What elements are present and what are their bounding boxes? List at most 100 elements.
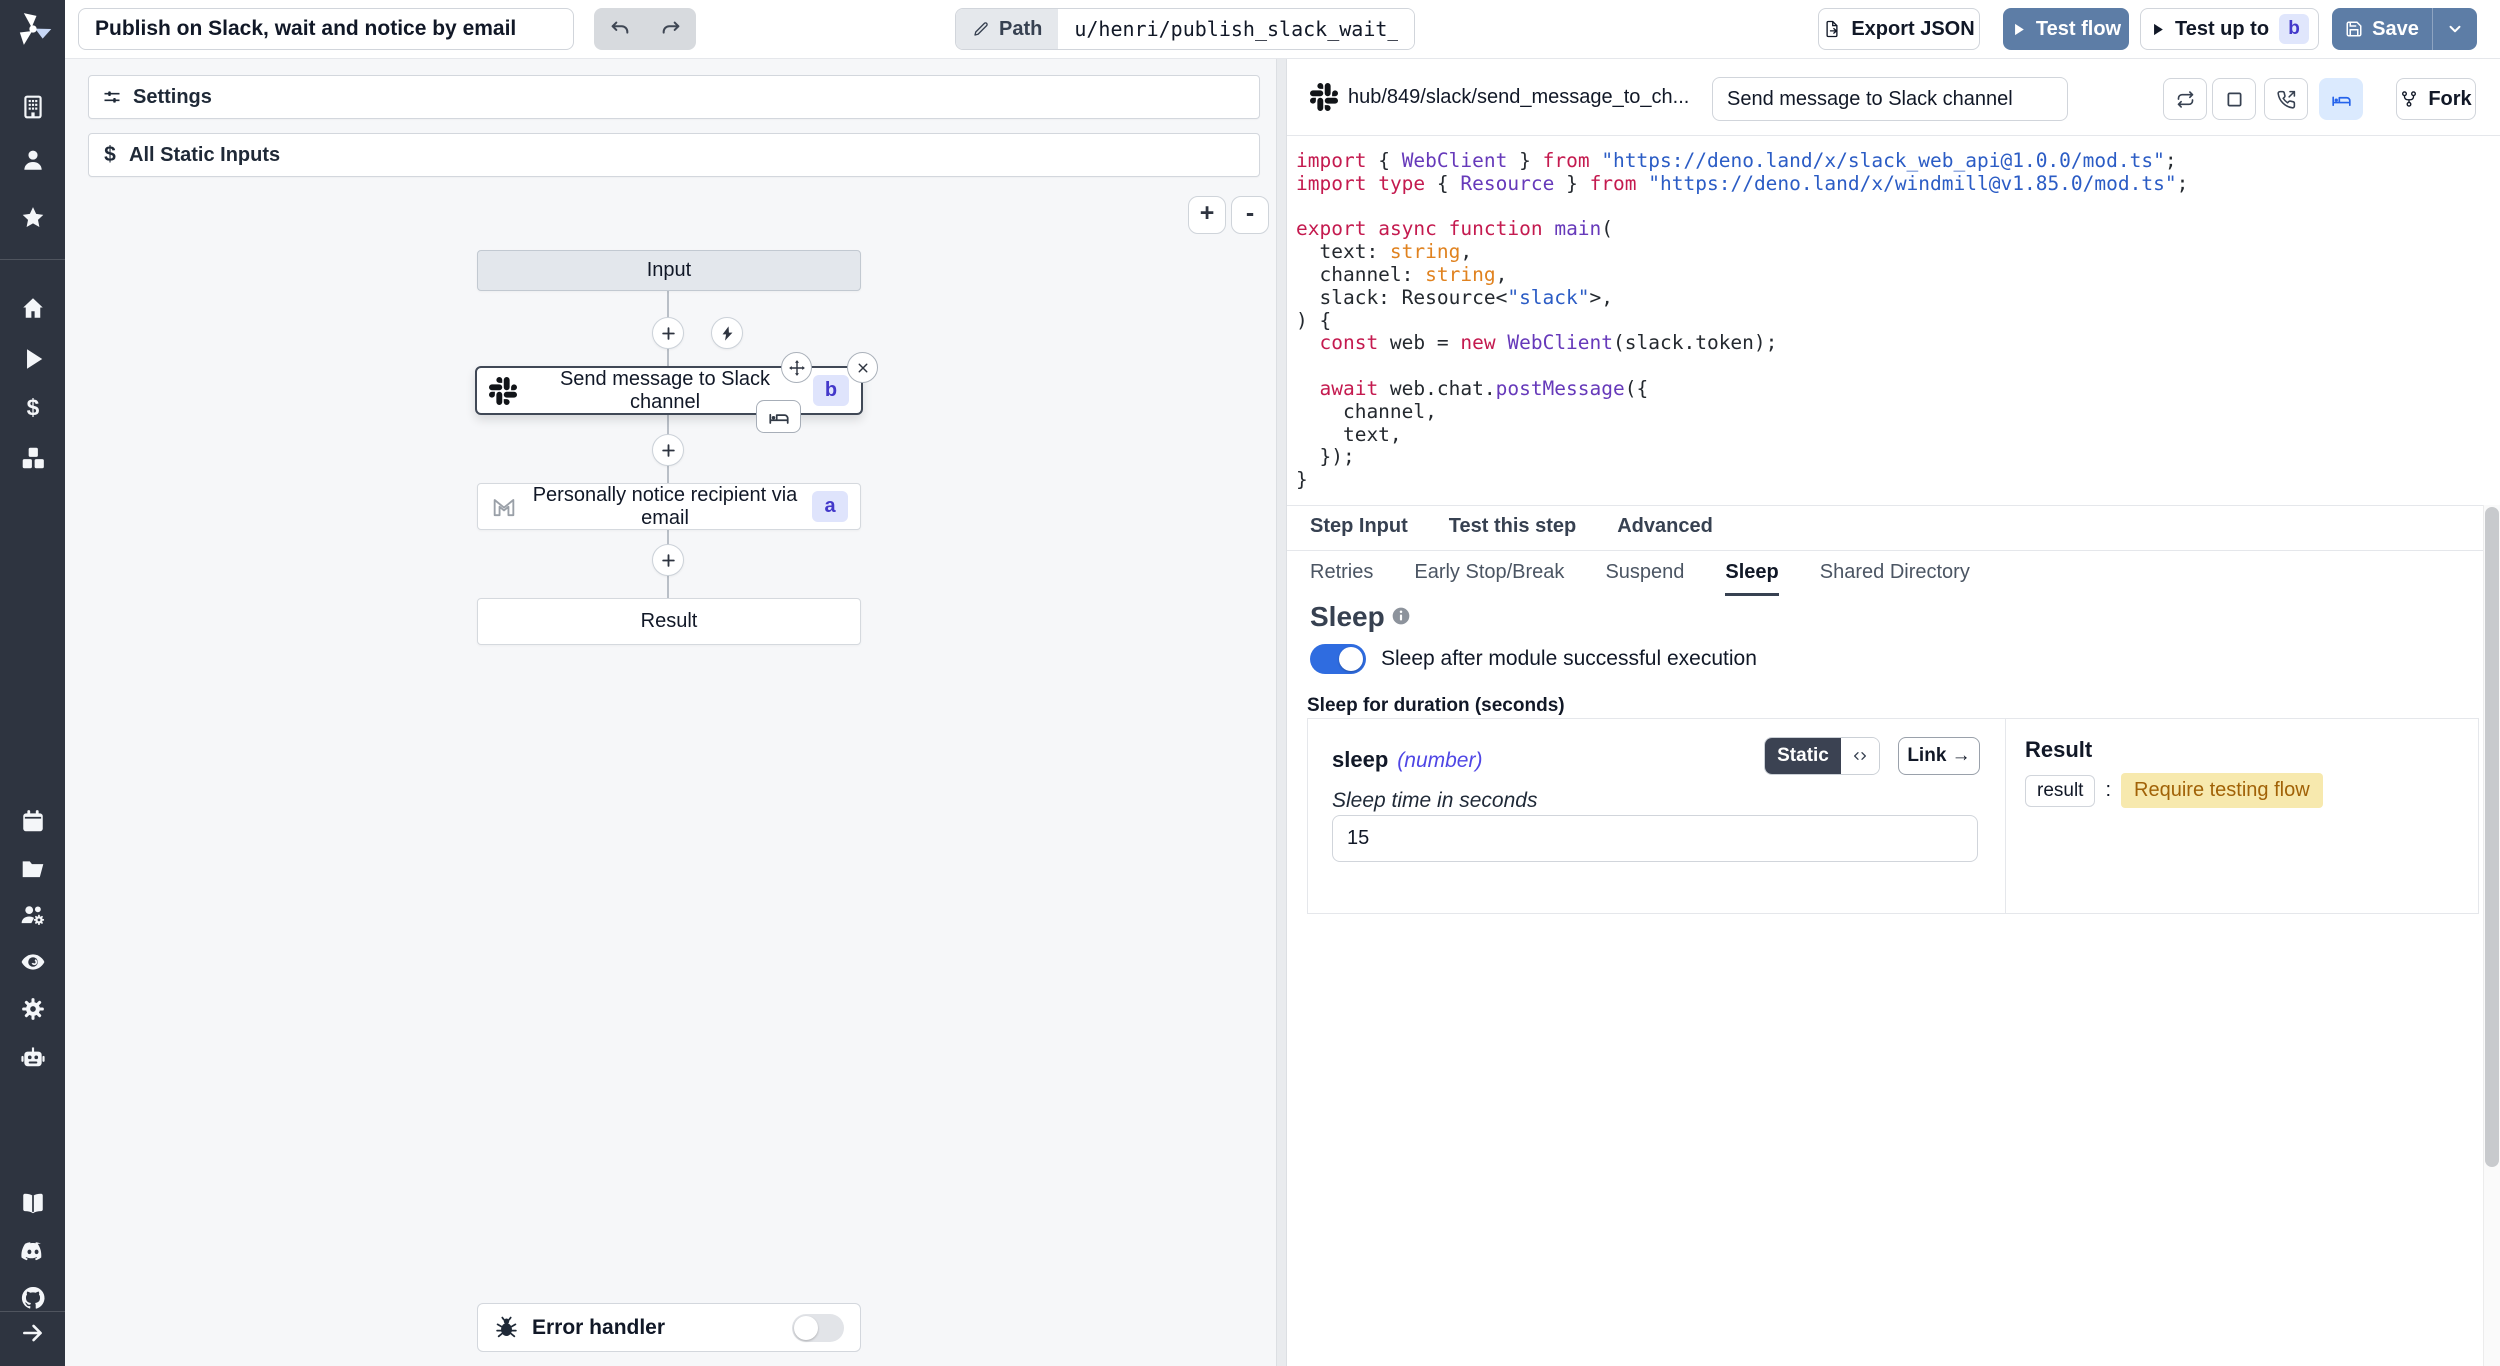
suspend-icon-button[interactable] [2264, 78, 2308, 120]
step-name-input[interactable] [1712, 77, 2068, 121]
test-up-to-button[interactable]: Test up to b [2140, 8, 2319, 50]
insert-step-button[interactable] [652, 544, 684, 576]
folder-icon[interactable] [20, 856, 46, 882]
zoom-in-button[interactable]: + [1188, 196, 1226, 234]
input-mode-segmented-control: Static [1764, 737, 1880, 775]
flow-settings-bar[interactable]: Settings [88, 75, 1260, 119]
code-line [1296, 196, 2483, 219]
form-divider [2005, 719, 2006, 913]
path-input[interactable] [1058, 9, 1414, 49]
sleep-toggle[interactable] [1310, 644, 1366, 674]
users-gear-icon[interactable] [20, 902, 46, 928]
topbar: Path Export JSON Test flow Test up to b … [65, 0, 2500, 59]
tab-test-this-step[interactable]: Test this step [1449, 506, 1576, 550]
toggle-knob [1339, 647, 1363, 671]
hub-script-path: hub/849/slack/send_message_to_ch... [1348, 59, 1689, 136]
save-dropdown-button[interactable] [2433, 8, 2477, 50]
redo-button[interactable] [645, 8, 696, 50]
retries-icon-button[interactable] [2163, 78, 2207, 120]
early-stop-icon-button[interactable] [2212, 78, 2256, 120]
windmill-logo-icon[interactable] [13, 9, 53, 49]
flow-title-input[interactable] [78, 8, 574, 50]
sleep-form: sleep (number) Static Link → Sleep time … [1307, 718, 2479, 914]
chevron-down-icon [2446, 20, 2464, 38]
tab-step-input[interactable]: Step Input [1310, 506, 1408, 550]
undo-button[interactable] [594, 8, 645, 50]
building-icon[interactable] [20, 94, 46, 120]
insert-trigger-button[interactable] [711, 317, 743, 349]
result-node-label: Result [641, 610, 698, 633]
sleep-seconds-input[interactable] [1332, 815, 1978, 862]
code-line [1296, 355, 2483, 378]
result-node[interactable]: Result [477, 598, 861, 645]
pencil-icon [972, 20, 990, 38]
email-step-node[interactable]: Personally notice recipient via email a [477, 483, 861, 530]
save-button[interactable]: Save [2332, 8, 2433, 50]
user-icon[interactable] [20, 147, 46, 173]
code-mode-button[interactable] [1841, 738, 1879, 774]
error-handler-node[interactable]: Error handler [477, 1303, 861, 1352]
cubes-icon[interactable] [20, 445, 46, 471]
path-group: Path [955, 8, 1415, 50]
path-button-label: Path [999, 18, 1042, 41]
bed-icon [2331, 89, 2352, 110]
email-step-id-badge: a [812, 491, 848, 522]
tab-advanced[interactable]: Advanced [1617, 506, 1713, 550]
star-icon[interactable] [20, 205, 46, 231]
dollar-icon[interactable] [20, 395, 46, 421]
tab-suspend[interactable]: Suspend [1605, 552, 1684, 596]
code-editor[interactable]: import { WebClient } from "https://deno.… [1287, 137, 2483, 505]
export-json-label: Export JSON [1851, 18, 1974, 41]
sleep-indicator-chip[interactable] [756, 400, 801, 433]
sleep-section-header: Sleep [1310, 602, 1411, 632]
export-json-button[interactable]: Export JSON [1818, 8, 1980, 50]
arrow-right-icon[interactable] [20, 1320, 46, 1346]
all-static-inputs-bar[interactable]: $ All Static Inputs [88, 133, 1260, 177]
windmill-flow-editor: Path Export JSON Test flow Test up to b … [0, 0, 2500, 1366]
step-tabs-primary: Step Input Test this step Advanced [1287, 505, 2483, 551]
result-status-badge: Require testing flow [2121, 773, 2323, 808]
robot-icon[interactable] [20, 1044, 46, 1070]
step-detail-panel: hub/849/slack/send_message_to_ch... Fork… [1287, 59, 2500, 1366]
sleep-toggle-row: Sleep after module successful execution [1310, 644, 1757, 674]
tab-early-stop-break[interactable]: Early Stop/Break [1414, 552, 1564, 596]
plus-icon [660, 442, 677, 459]
tab-sleep[interactable]: Sleep [1725, 552, 1778, 596]
tab-retries[interactable]: Retries [1310, 552, 1373, 596]
book-icon[interactable] [20, 1190, 46, 1216]
test-flow-button[interactable]: Test flow [2003, 8, 2129, 50]
insert-step-button[interactable] [652, 317, 684, 349]
save-icon [2345, 20, 2363, 38]
calendar-icon[interactable] [20, 808, 46, 834]
test-flow-label: Test flow [2036, 18, 2121, 41]
move-step-button[interactable] [781, 352, 812, 383]
link-button[interactable]: Link → [1898, 737, 1980, 775]
sleep-duration-label: Sleep for duration (seconds) [1307, 695, 1565, 717]
code-line: export async function main( [1296, 218, 2483, 241]
path-button[interactable]: Path [956, 9, 1058, 49]
error-handler-toggle[interactable] [792, 1314, 844, 1342]
code-line: import type { Resource } from "https://d… [1296, 173, 2483, 196]
play-icon[interactable] [20, 346, 46, 372]
sleep-icon-button[interactable] [2319, 78, 2363, 120]
github-icon[interactable] [20, 1285, 46, 1311]
scrollbar-thumb[interactable] [2485, 507, 2499, 1167]
scrollbar-track[interactable] [2483, 505, 2500, 1366]
fork-button[interactable]: Fork [2396, 78, 2476, 120]
tab-shared-directory[interactable]: Shared Directory [1820, 552, 1970, 596]
square-icon [2224, 89, 2245, 110]
static-mode-button[interactable]: Static [1765, 738, 1841, 774]
eye-icon[interactable] [20, 949, 46, 975]
input-node[interactable]: Input [477, 250, 861, 291]
delete-step-button[interactable] [847, 352, 878, 383]
discord-icon[interactable] [20, 1238, 46, 1264]
slack-step-node[interactable]: Send message to Slack channel b [475, 366, 863, 415]
panel-resize-divider[interactable] [1276, 59, 1287, 1366]
step-tabs-advanced: Retries Early Stop/Break Suspend Sleep Share… [1287, 552, 2483, 596]
home-icon[interactable] [20, 295, 46, 321]
insert-step-button[interactable] [652, 434, 684, 466]
zoom-out-button[interactable]: - [1231, 196, 1269, 234]
info-icon[interactable] [1391, 606, 1411, 626]
gmail-icon [490, 493, 518, 521]
gear-icon[interactable] [20, 996, 46, 1022]
